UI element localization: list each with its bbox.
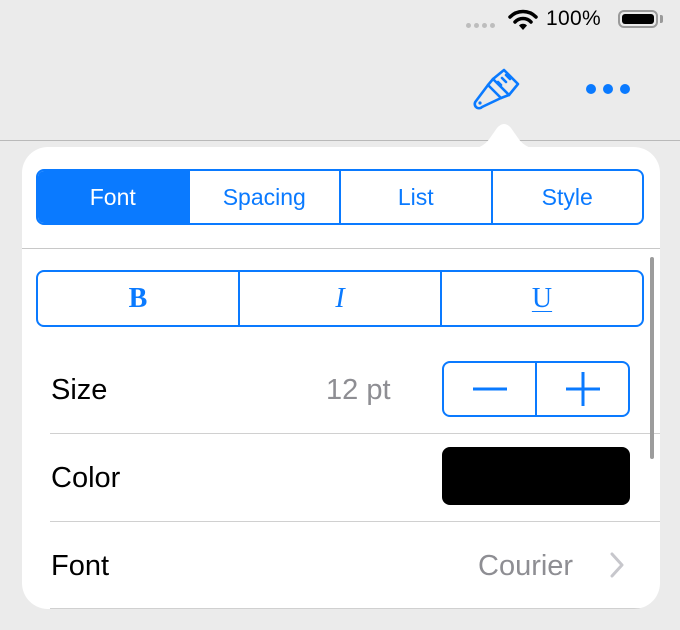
cellular-signal-icon [466,23,495,28]
size-label: Size [51,374,108,406]
size-value: 12 pt [326,374,391,406]
chevron-right-icon [610,552,624,578]
underline-button[interactable]: U [440,272,642,325]
wifi-icon [508,9,538,30]
more-button[interactable] [586,78,636,100]
toolbar [0,40,680,140]
format-button[interactable] [468,68,522,122]
minus-icon [472,387,507,391]
section-divider [22,248,660,249]
tab-font[interactable]: Font [38,171,188,223]
font-row[interactable]: Font Courier [22,522,660,609]
row-divider [50,608,660,609]
font-label: Font [51,550,110,582]
format-popover: Font Spacing List Style B I U Size 12 pt… [22,147,660,609]
tab-spacing[interactable]: Spacing [187,171,340,223]
toolbar-divider [0,140,680,141]
size-row: Size 12 pt [22,346,660,434]
ellipsis-dot [603,84,613,94]
paintbrush-icon [473,68,520,110]
battery-icon [618,10,658,28]
ellipsis-dot [620,84,630,94]
battery-percentage: 100% [546,7,601,30]
popover-arrow [464,124,544,150]
scrollbar[interactable] [650,257,654,459]
color-row: Color [22,434,660,522]
size-stepper [442,361,630,417]
status-bar: 100% [0,0,680,40]
color-swatch[interactable] [442,447,630,505]
ellipsis-dot [586,84,596,94]
tab-style[interactable]: Style [490,171,643,223]
tab-list[interactable]: List [339,171,491,223]
bold-button[interactable]: B [38,272,238,325]
plus-icon [565,372,600,406]
font-value: Courier [478,550,574,582]
decrease-size-button[interactable] [444,363,535,415]
color-label: Color [51,462,121,494]
battery-tip [660,15,663,23]
increase-size-button[interactable] [535,363,628,415]
italic-button[interactable]: I [238,272,440,325]
format-tabs: Font Spacing List Style [36,169,644,225]
text-style-buttons: B I U [36,270,644,327]
